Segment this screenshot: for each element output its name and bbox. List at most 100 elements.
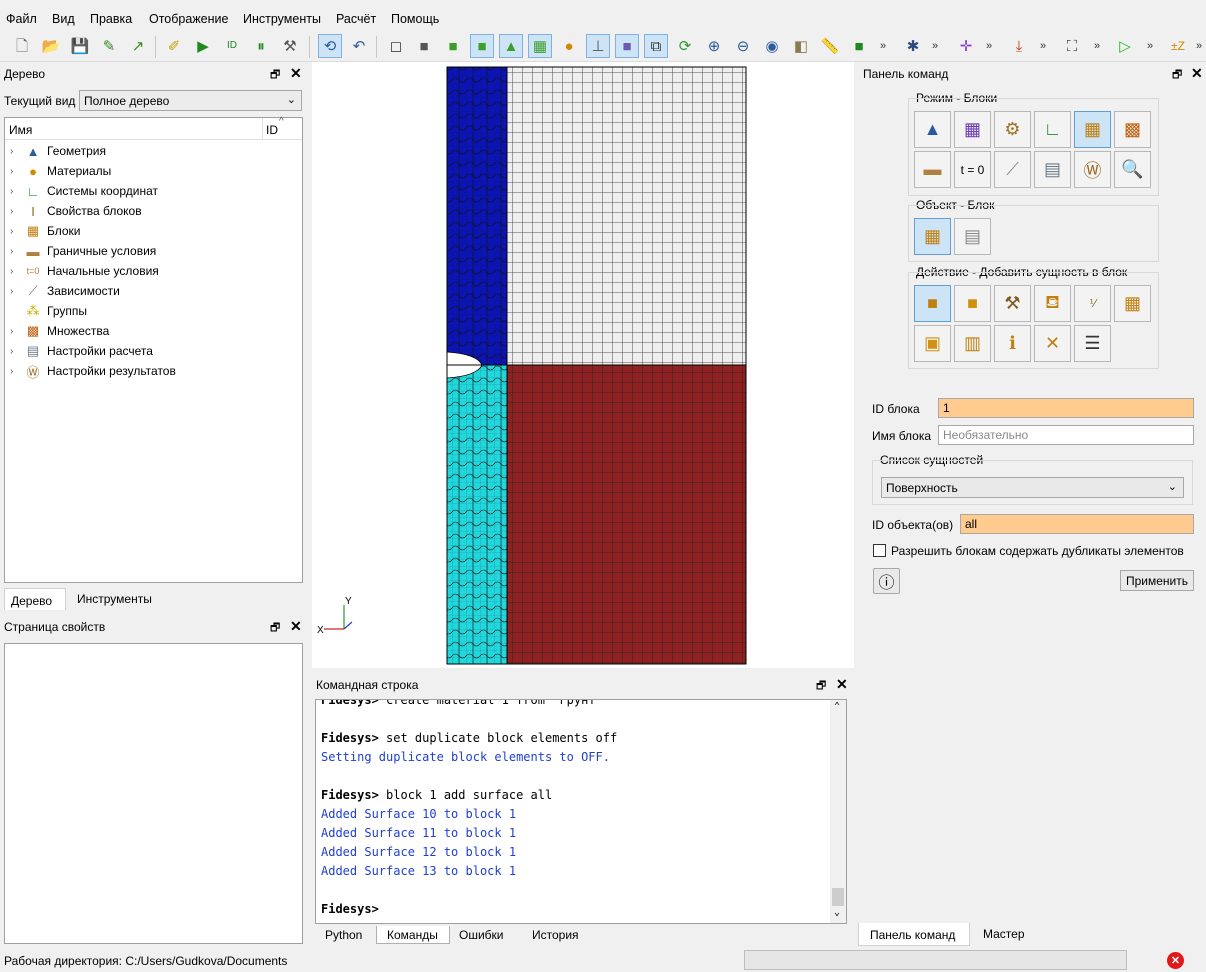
action-split-icon[interactable]: ▣ [914,325,951,362]
action-add-entity-icon[interactable]: ■ [914,285,951,322]
mode-dependencies-icon[interactable]: ⟋ [994,151,1031,188]
allow-duplicates-checkbox[interactable] [873,544,886,557]
undock-icon[interactable]: 🗗 [1172,66,1182,85]
play-journal-icon[interactable]: ▶ [191,34,215,58]
tree-item-boundary-conditions[interactable]: › ▬ Граничные условия [10,241,156,261]
export-icon[interactable]: ↗ [126,34,150,58]
ruler-icon[interactable]: 📏 [818,34,842,58]
tree-item-analysis-settings[interactable]: › ▤ Настройки расчета [10,341,153,361]
axis-z-icon[interactable]: ±Z [1166,34,1190,58]
open-folder-icon[interactable]: 📂 [39,34,63,58]
expand-arrow-icon[interactable]: › [10,266,24,277]
wireframe-cube-icon[interactable]: ◻ [384,34,408,58]
entity-type-select[interactable]: Поверхность ⌄ [881,477,1184,498]
tab-tools[interactable]: Инструменты [77,592,152,606]
menu-edit[interactable]: Правка [90,12,132,26]
expand-arrow-icon[interactable]: › [10,186,24,197]
cluster-icon[interactable]: ✱ [901,34,925,58]
shaded-solid-icon[interactable]: ■ [470,34,494,58]
axes-display-icon[interactable]: ⊥ [586,34,610,58]
tree-col-id[interactable]: ID [266,123,278,137]
toolbar-overflow-icon[interactable]: » [1040,40,1046,52]
close-icon[interactable]: ✕ [1191,65,1203,82]
toolbar-overflow-icon[interactable]: » [1094,40,1100,52]
tab-history[interactable]: История [532,928,579,942]
probe-icon[interactable]: ⤓ [1007,34,1031,58]
menu-view[interactable]: Вид [52,12,75,26]
action-hammer-icon[interactable]: ⚒ [994,285,1031,322]
action-list-block-icon[interactable]: ▦ [1114,285,1151,322]
tree-item-results-settings[interactable]: › Ⓦ Настройки результатов [10,361,176,381]
shaded-mesh-icon[interactable]: ▦ [528,34,552,58]
materials-display-icon[interactable]: ● [557,34,581,58]
toolbar-overflow-icon[interactable]: » [1147,40,1153,52]
window-view-icon[interactable]: ⧉ [644,34,668,58]
console-prompt-line[interactable]: Fidesys> [321,902,379,921]
select-mode-icon[interactable]: ⟲ [318,34,342,58]
action-block-entity-icon[interactable]: ■ [954,285,991,322]
tree-item-groups[interactable]: ⁂ Группы [10,301,87,321]
info-icon[interactable]: ⓘ [873,568,900,594]
allow-duplicates-label[interactable]: Разрешить блокам содержать дубликаты эле… [891,544,1184,558]
expand-arrow-icon[interactable]: › [10,226,24,237]
command-console[interactable]: Fidesys> create material 1 from 'грунт' … [315,699,847,924]
run-analysis-icon[interactable]: ▷ [1113,34,1137,58]
shaded-geometry-icon[interactable]: ▲ [499,34,523,58]
action-cylinder-icon[interactable]: ▥ [954,325,991,362]
id-journal-icon[interactable]: ID [220,34,244,58]
mode-geometry-icon[interactable]: ▲ [914,111,951,148]
undock-icon[interactable]: 🗗 [816,677,826,696]
tab-wizard[interactable]: Мастер [983,927,1025,941]
mode-materials-icon[interactable]: ⚙ [994,111,1031,148]
tab-errors[interactable]: Ошибки [459,928,504,942]
block-id-input[interactable]: 1 [938,398,1194,418]
toolbar-overflow-icon[interactable]: » [932,40,938,52]
tree-item-geometry[interactable]: › ▲ Геометрия [10,141,106,161]
menu-analysis[interactable]: Расчёт [336,12,376,26]
apply-button[interactable]: Применить [1120,570,1194,591]
refresh-view-icon[interactable]: ⟳ [673,34,697,58]
cross-pick-icon[interactable]: ✛ [954,34,978,58]
tree-col-name[interactable]: Имя [9,123,32,137]
toolbar-overflow-icon[interactable]: » [1196,40,1202,52]
graphics-viewport[interactable]: Y X [312,62,854,668]
undock-icon[interactable]: 🗗 [270,66,280,85]
journal-edit-icon[interactable]: ✐ [162,34,186,58]
action-info-icon[interactable]: ℹ [994,325,1031,362]
action-numbering-icon[interactable]: ⅟ [1074,285,1111,322]
bounding-box-icon[interactable]: ⛶ [1060,34,1084,58]
perspective-icon[interactable]: ■ [615,34,639,58]
close-icon[interactable]: ✕ [836,676,848,693]
pause-icon[interactable]: ⏸ [249,34,273,58]
expand-arrow-icon[interactable]: › [10,366,24,377]
close-icon[interactable]: ✕ [290,618,302,635]
mode-analysis-icon[interactable]: ▤ [1034,151,1071,188]
tree-item-block-properties[interactable]: › I Свойства блоков [10,201,142,221]
fit-view-icon[interactable]: ◉ [760,34,784,58]
close-icon[interactable]: ✕ [290,65,302,82]
expand-arrow-icon[interactable]: › [10,166,24,177]
menu-help[interactable]: Помощь [391,12,439,26]
hidden-line-cube-icon[interactable]: ■ [412,34,436,58]
save-icon[interactable]: 💾 [68,34,92,58]
mode-blocks-icon[interactable]: ▦ [1074,111,1111,148]
console-scrollbar[interactable]: ⌃ ⌄ [830,700,846,923]
expand-arrow-icon[interactable]: › [10,246,24,257]
tools-hammer-icon[interactable]: ⚒ [278,34,302,58]
tree-item-initial-conditions[interactable]: › t=0 Начальные условия [10,261,159,281]
mode-boundary-icon[interactable]: ▬ [914,151,951,188]
object-calc-icon[interactable]: ▤ [954,218,991,255]
scroll-up-icon[interactable]: ⌃ [834,701,840,712]
mode-inspect-icon[interactable]: 🔍 [1114,151,1151,188]
tab-python[interactable]: Python [325,928,362,942]
shaded-cube-icon[interactable]: ■ [441,34,465,58]
expand-arrow-icon[interactable]: › [10,326,24,337]
scroll-down-icon[interactable]: ⌄ [834,907,840,918]
toolbar-overflow-icon[interactable]: » [880,40,886,52]
error-icon[interactable]: ✕ [1167,952,1184,969]
block-name-input[interactable]: Необязательно [938,425,1194,445]
mesh-view[interactable]: Y X [312,62,854,668]
save-as-icon[interactable]: ✎ [97,34,121,58]
expand-arrow-icon[interactable]: › [10,286,24,297]
view-orientation-icon[interactable]: ◧ [789,34,813,58]
